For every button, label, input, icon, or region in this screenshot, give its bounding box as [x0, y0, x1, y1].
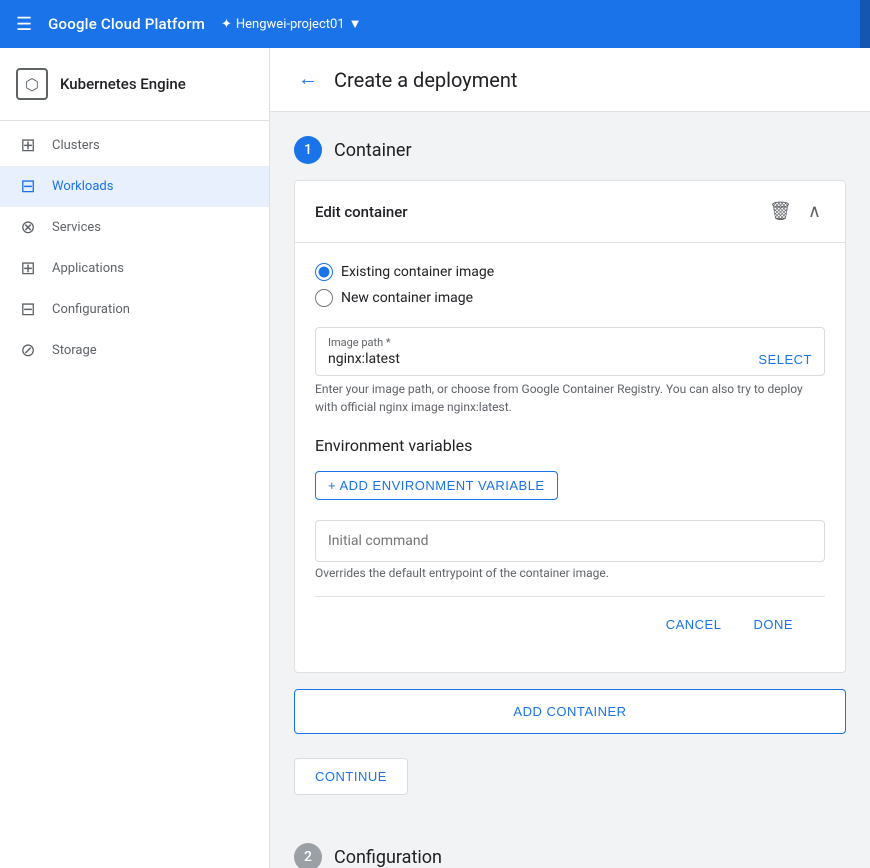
- applications-icon: ⊞: [16, 258, 40, 279]
- configuration-icon: ⊟: [16, 299, 40, 320]
- sidebar-item-label: Services: [52, 220, 101, 235]
- step2-title: Configuration: [334, 847, 442, 868]
- sidebar-header: ⬡ Kubernetes Engine: [0, 56, 269, 116]
- project-icon: ✦: [221, 17, 232, 32]
- card-header: Edit container 🗑 ∧: [295, 181, 845, 243]
- sidebar-item-services[interactable]: ⊗ Services: [0, 207, 269, 248]
- storage-icon: ⊘: [16, 340, 40, 361]
- sidebar: ⬡ Kubernetes Engine ⊞ Clusters ⊟ Workloa…: [0, 48, 270, 868]
- sidebar-divider: [0, 120, 269, 121]
- sidebar-item-workloads[interactable]: ⊟ Workloads: [0, 166, 269, 207]
- kubernetes-icon: ⬡: [16, 68, 48, 100]
- sidebar-item-label: Configuration: [52, 302, 130, 317]
- initial-command-hint: Overrides the default entrypoint of the …: [315, 566, 825, 580]
- image-path-label: Image path *: [328, 336, 812, 349]
- initial-command-input[interactable]: [315, 520, 825, 562]
- menu-icon[interactable]: ☰: [16, 14, 32, 35]
- existing-image-radio-label[interactable]: Existing container image: [315, 263, 825, 281]
- sidebar-item-clusters[interactable]: ⊞ Clusters: [0, 125, 269, 166]
- card-body: Existing container image New container i…: [295, 243, 845, 672]
- new-image-label: New container image: [341, 290, 473, 306]
- cancel-button[interactable]: CANCEL: [654, 609, 734, 640]
- new-image-radio[interactable]: [315, 289, 333, 307]
- step1-section: 1 Container Edit container 🗑 ∧: [294, 136, 846, 819]
- card-actions: 🗑 ∧: [765, 197, 825, 226]
- page-header: ← Create a deployment: [270, 48, 870, 112]
- collapse-container-button[interactable]: ∧: [804, 197, 825, 226]
- sidebar-item-label: Workloads: [52, 179, 113, 194]
- page-content: 1 Container Edit container 🗑 ∧: [270, 112, 870, 868]
- card-title: Edit container: [315, 203, 408, 221]
- image-path-container: Image path * nginx:latest SELECT: [315, 327, 825, 376]
- existing-image-radio[interactable]: [315, 263, 333, 281]
- topbar-logo: Google Cloud Platform: [48, 15, 205, 33]
- step2-number: 2: [294, 843, 322, 868]
- scrollbar: [860, 0, 870, 48]
- sidebar-item-applications[interactable]: ⊞ Applications: [0, 248, 269, 289]
- done-button[interactable]: DONE: [741, 609, 805, 640]
- select-image-button[interactable]: SELECT: [758, 352, 812, 367]
- step1-title: Container: [334, 140, 412, 161]
- image-path-value: nginx:latest: [328, 351, 758, 367]
- step1-header: 1 Container: [294, 136, 846, 164]
- step1-number: 1: [294, 136, 322, 164]
- back-button[interactable]: ←: [294, 64, 322, 95]
- topbar: ☰ Google Cloud Platform ✦ Hengwei-projec…: [0, 0, 870, 48]
- project-name: Hengwei-project01: [236, 17, 345, 32]
- sidebar-item-configuration[interactable]: ⊟ Configuration: [0, 289, 269, 330]
- image-path-row: nginx:latest SELECT: [328, 351, 812, 367]
- env-vars-title: Environment variables: [315, 436, 825, 455]
- step2-section: 2 Configuration: [294, 843, 846, 868]
- sidebar-item-label: Storage: [52, 343, 97, 358]
- project-selector[interactable]: ✦ Hengwei-project01 ▼: [221, 16, 362, 32]
- add-env-var-button[interactable]: + ADD ENVIRONMENT VARIABLE: [315, 471, 558, 500]
- edit-container-card: Edit container 🗑 ∧ Existing container im…: [294, 180, 846, 673]
- sidebar-product-name: Kubernetes Engine: [60, 75, 186, 93]
- page-title: Create a deployment: [334, 68, 517, 92]
- services-icon: ⊗: [16, 217, 40, 238]
- chevron-down-icon: ▼: [349, 16, 362, 32]
- clusters-icon: ⊞: [16, 135, 40, 156]
- image-path-group: Image path * nginx:latest SELECT Enter y…: [315, 327, 825, 416]
- image-type-radio-group: Existing container image New container i…: [315, 263, 825, 307]
- card-footer: CANCEL DONE: [315, 596, 825, 652]
- add-container-button[interactable]: ADD CONTAINER: [294, 689, 846, 734]
- image-path-hint: Enter your image path, or choose from Go…: [315, 380, 825, 416]
- workloads-icon: ⊟: [16, 176, 40, 197]
- step2-header: 2 Configuration: [294, 843, 846, 868]
- delete-container-button[interactable]: 🗑: [765, 197, 796, 226]
- main-content: ← Create a deployment 1 Container Edit c…: [270, 48, 870, 868]
- existing-image-label: Existing container image: [341, 264, 494, 280]
- sidebar-item-storage[interactable]: ⊘ Storage: [0, 330, 269, 371]
- sidebar-item-label: Applications: [52, 261, 124, 276]
- sidebar-item-label: Clusters: [52, 138, 100, 153]
- new-image-radio-label[interactable]: New container image: [315, 289, 825, 307]
- continue-button[interactable]: CONTINUE: [294, 758, 408, 795]
